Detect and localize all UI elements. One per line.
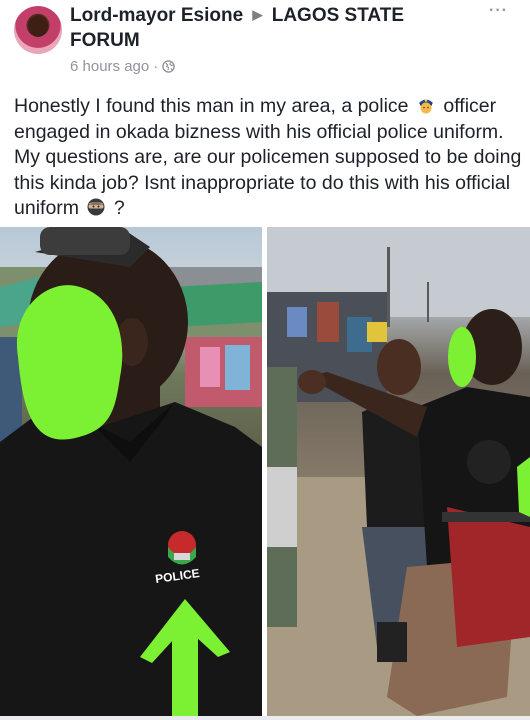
post-header: Lord-mayor Esione ▶ LAGOS STATE FORUM 6 … [0,0,530,90]
face-redaction-right [448,327,476,387]
arrow-right-icon: ▶ [252,7,263,22]
post-body: Honestly I found this man in my area, a … [14,94,524,222]
post-bottom-divider [0,716,530,720]
photo-left-scene: POLICE [0,227,262,716]
post-text-part1: Honestly I found this man in my area, a … [14,95,409,117]
photo-grid: POLICE [0,227,530,720]
photo-left[interactable]: POLICE [0,227,262,716]
meta-separator: · [153,58,159,75]
post-text-end: ? [113,197,125,219]
globe-icon[interactable] [162,60,176,73]
photo-right[interactable] [267,227,530,716]
author-avatar[interactable] [14,6,62,54]
face-redaction [16,285,123,440]
police-officer-emoji [418,99,433,114]
post-meta: 6 hours ago · [70,58,176,75]
post-title: Lord-mayor Esione ▶ LAGOS STATE FORUM [70,4,470,53]
more-options-button[interactable]: ··· [489,2,508,20]
photo-right-scene [267,227,530,716]
ninja-emoji [87,198,105,216]
author-name-link[interactable]: Lord-mayor Esione [70,5,243,26]
post-timestamp[interactable]: 6 hours ago [70,58,149,75]
